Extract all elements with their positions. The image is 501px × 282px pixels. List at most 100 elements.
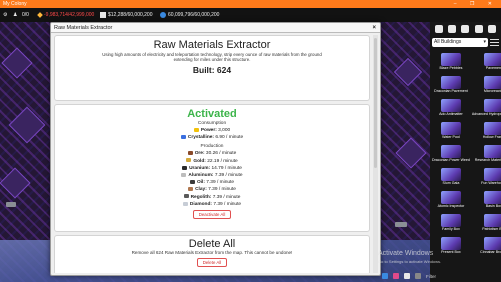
building-thumbnail — [483, 122, 501, 135]
building-card-label: Water Pool — [442, 135, 460, 139]
resource-icon — [180, 134, 186, 139]
building-card[interactable]: Water Pool — [432, 122, 470, 143]
activation-title: Activate Windows — [378, 250, 434, 257]
dialog-scrollbar[interactable] — [373, 35, 378, 273]
building-thumbnail — [483, 99, 501, 112]
building-card[interactable]: Fun Warehouse — [472, 168, 501, 189]
resource-name: Power: — [200, 128, 217, 133]
map-category-icon[interactable] — [488, 25, 497, 33]
building-card[interactable]: Basin Box — [472, 191, 501, 212]
resource-value: 7.39 / minute — [206, 180, 235, 186]
resource-icon — [186, 158, 192, 163]
window-title: My Colony — [3, 1, 27, 7]
map-building[interactable] — [0, 167, 31, 199]
building-category-icon[interactable] — [474, 25, 483, 33]
resource-name: Clay: — [195, 187, 207, 193]
resource-name: Oil: — [196, 180, 205, 186]
sound-icon[interactable] — [393, 273, 399, 279]
window-controls[interactable]: – ❐ ✕ — [454, 0, 498, 8]
building-thumbnail — [440, 214, 461, 227]
building-card-label: Draconian Power Weed — [432, 158, 470, 162]
building-card[interactable]: Advanced Hydroponics Lab — [472, 99, 501, 120]
building-card-label: Pavement — [485, 66, 501, 70]
building-card[interactable]: Microreactor — [472, 76, 501, 97]
truck-category-icon[interactable] — [448, 25, 457, 33]
window-title-bar: My Colony – ❐ ✕ — [0, 0, 501, 8]
resource-icon — [183, 194, 189, 199]
building-description: Using high amounts of electricity and te… — [102, 52, 322, 62]
research-value: 60,099,796/60,000,200 — [168, 12, 220, 18]
building-card[interactable]: Draconian Power Weed — [432, 145, 470, 166]
building-card[interactable]: Atomic Inspector — [432, 191, 470, 212]
deactivate-all-button[interactable]: Deactivate All — [192, 210, 232, 220]
building-info-dialog: Raw Materials Extractor × Raw Materials … — [50, 22, 381, 276]
delete-card: Delete All Remove all 624 Raw Materials … — [54, 235, 370, 273]
resource-icon — [181, 172, 187, 177]
building-card-label: Hollow Frame — [482, 135, 501, 139]
building-card[interactable]: Ado Antimatter — [432, 99, 470, 120]
ore-value: -9,983,714/42,999,000 — [44, 12, 95, 18]
filter-label[interactable]: Filter — [426, 274, 436, 279]
resource-line: Diamond: 7.39 / minute — [55, 201, 369, 208]
resource-line: Gold: 22.19 / minute — [55, 158, 369, 165]
resource-line: Ore: 30.26 / minute — [55, 150, 369, 157]
money-icon — [100, 11, 106, 18]
people-icon: ♟ — [13, 12, 18, 18]
resource-line: Power: 3,000 — [55, 127, 369, 134]
resource-value: 6.90 / minute — [215, 135, 244, 141]
screen-icon[interactable] — [382, 273, 388, 279]
settings-icon[interactable]: ⚙ — [3, 8, 7, 22]
building-filter-select[interactable]: All Buildings — [432, 38, 488, 47]
people-category-icon[interactable] — [434, 25, 443, 33]
message-icon[interactable] — [404, 273, 410, 279]
building-card[interactable]: Cinnabar Brother — [472, 237, 501, 258]
building-card[interactable]: Draconian Pavement — [432, 76, 470, 97]
map-building[interactable] — [393, 57, 423, 87]
resource-name: Regolith: — [190, 194, 212, 200]
delete-all-button[interactable]: Delete All — [196, 258, 228, 267]
map-rock — [395, 222, 407, 227]
ore-icon — [37, 11, 43, 18]
building-card[interactable]: Family Box — [432, 214, 470, 235]
resource-value: 14.79 / minute — [211, 165, 242, 171]
resource-line: Regolith: 7.39 / minute — [55, 194, 369, 201]
building-card[interactable]: Slum Gala — [432, 168, 470, 189]
building-thumbnail — [483, 76, 501, 89]
activation-subtitle: Go to Settings to activate Windows. — [378, 259, 442, 264]
building-thumbnail — [483, 53, 501, 66]
resource-name: Crystalline: — [187, 135, 215, 141]
resource-icon — [188, 187, 194, 192]
scrollbar-thumb[interactable] — [374, 38, 377, 168]
status-card: Activated Consumption Power: 3,000 Crysta… — [54, 104, 370, 232]
built-count: Built: 624 — [192, 65, 232, 75]
research-icon — [160, 11, 166, 18]
production-list: Ore: 30.26 / minute Gold: 22.19 / minute U… — [55, 150, 369, 208]
category-bar — [430, 22, 501, 36]
delete-title: Delete All — [188, 238, 236, 250]
resource-icon — [193, 127, 199, 132]
resource-name: Diamond: — [189, 201, 213, 207]
building-card[interactable]: Patriotism Box — [472, 214, 501, 235]
building-card[interactable]: Hollow Frame — [472, 122, 501, 143]
resource-value: 7.39 / minute — [214, 173, 243, 179]
close-icon[interactable]: × — [372, 23, 376, 33]
factory-category-icon[interactable] — [461, 25, 470, 33]
resource-value: 7.39 / minute — [208, 187, 236, 193]
building-card[interactable]: Pavement — [472, 53, 501, 74]
filter-icon[interactable] — [415, 273, 421, 279]
building-thumbnail — [440, 53, 461, 66]
resource-value: 7.39 / minute — [212, 194, 241, 200]
resource-name: Ore: — [194, 151, 205, 157]
building-card[interactable]: Research Materials Site — [472, 145, 501, 166]
building-card-label: Fun Warehouse — [481, 181, 501, 185]
map-building[interactable] — [1, 47, 33, 79]
building-thumbnail — [483, 191, 501, 204]
building-card-label: Basin Box — [485, 204, 501, 208]
building-card[interactable]: Blaze Pebbles — [432, 53, 470, 74]
building-name: Raw Materials Extractor — [153, 39, 271, 51]
map-building[interactable] — [8, 106, 46, 144]
building-card-label: Ado Antimatter — [439, 112, 463, 116]
dialog-title: Raw Materials Extractor — [54, 25, 113, 31]
list-view-icon[interactable] — [490, 38, 499, 47]
map-building[interactable] — [395, 137, 427, 169]
